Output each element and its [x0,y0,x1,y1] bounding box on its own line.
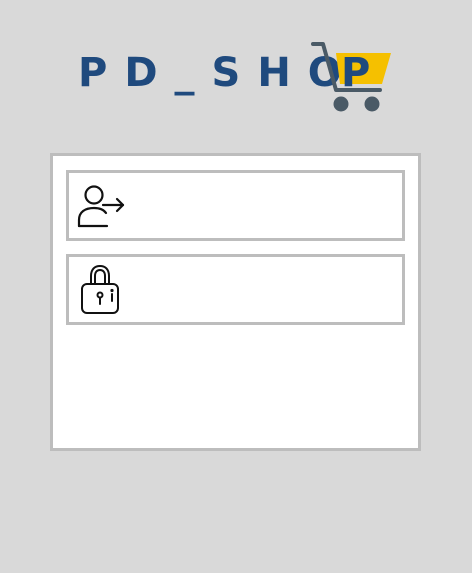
shop-logo: PD_SHO P [78,40,394,116]
user-login-icon [77,180,127,230]
lock-icon [77,264,127,314]
password-input[interactable] [135,265,390,313]
password-field[interactable] [66,254,405,325]
username-field[interactable] [66,170,405,241]
login-panel [50,153,421,451]
username-input[interactable] [135,181,390,229]
logo-letter-p: P [341,50,371,96]
